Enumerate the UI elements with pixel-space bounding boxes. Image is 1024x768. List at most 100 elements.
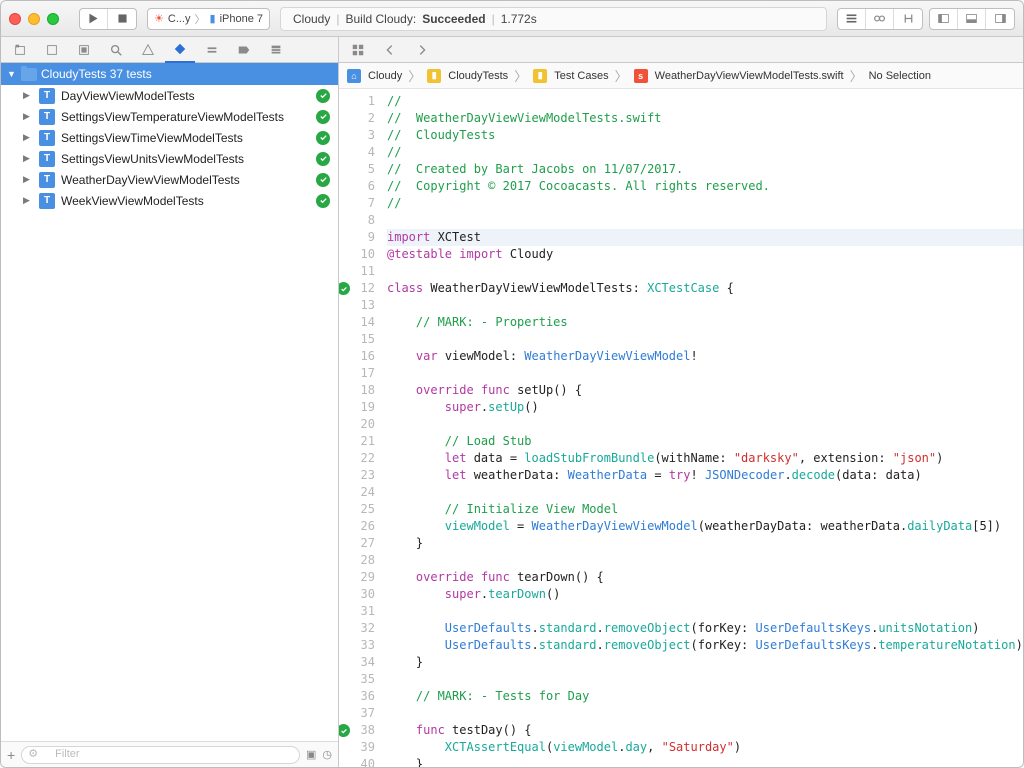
code-line[interactable]: @testable import Cloudy [387,246,1023,263]
code-line[interactable] [387,552,1023,569]
code-line[interactable]: // MARK: - Properties [387,314,1023,331]
code-line[interactable] [387,484,1023,501]
disclosure-triangle-icon[interactable]: ▶ [23,153,33,164]
code-line[interactable]: // CloudyTests [387,127,1023,144]
jump-bar[interactable]: ⌂ Cloudy 〉 ▮ CloudyTests 〉 ▮ Test Cases … [339,63,1023,89]
code-line[interactable]: override func setUp() { [387,382,1023,399]
code-line[interactable]: // [387,195,1023,212]
test-tree[interactable]: ▼ CloudyTests 37 tests ▶TDayViewViewMode… [1,63,338,741]
debug-navigator-tab[interactable] [197,37,227,63]
code-line[interactable]: super.setUp() [387,399,1023,416]
code-line[interactable]: func testDay() { [387,722,1023,739]
disclosure-triangle-icon[interactable]: ▶ [23,111,33,122]
minimize-window[interactable] [28,13,40,25]
code-line[interactable]: let data = loadStubFromBundle(withName: … [387,450,1023,467]
code-line[interactable] [387,365,1023,382]
code-line[interactable]: import XCTest [387,229,1023,246]
test-class-row[interactable]: ▶TWeatherDayViewViewModelTests [1,169,338,190]
issue-navigator-tab[interactable] [133,37,163,63]
test-class-row[interactable]: ▶TSettingsViewTemperatureViewModelTests [1,106,338,127]
code-line[interactable]: override func tearDown() { [387,569,1023,586]
code-line[interactable]: // Copyright © 2017 Cocoacasts. All righ… [387,178,1023,195]
source-editor[interactable]: 1234567891011121314151617181920212223242… [339,89,1023,767]
code-line[interactable] [387,705,1023,722]
gutter-line: 28 [339,552,375,569]
test-class-row[interactable]: ▶TSettingsViewUnitsViewModelTests [1,148,338,169]
test-pass-icon[interactable] [339,724,350,737]
code-line[interactable] [387,297,1023,314]
navigator-filterbar: + ⚙ Filter ▣ ◷ [1,741,338,767]
toggle-inspector-button[interactable] [986,9,1014,29]
code-line[interactable] [387,603,1023,620]
zoom-window[interactable] [47,13,59,25]
assistant-editor-button[interactable] [866,9,894,29]
bc-1[interactable]: CloudyTests [448,70,508,82]
test-bundle-header[interactable]: ▼ CloudyTests 37 tests [1,63,338,85]
symbol-navigator-tab[interactable] [69,37,99,63]
code-line[interactable] [387,416,1023,433]
disclosure-triangle-icon[interactable]: ▶ [23,174,33,185]
code-line[interactable]: viewModel = WeatherDayViewViewModel(weat… [387,518,1023,535]
code-line[interactable]: UserDefaults.standard.removeObject(forKe… [387,637,1023,654]
test-class-row[interactable]: ▶TWeekViewViewModelTests [1,190,338,211]
code-line[interactable]: } [387,535,1023,552]
breakpoint-navigator-tab[interactable] [229,37,259,63]
code-line[interactable]: class WeatherDayViewViewModelTests: XCTe… [387,280,1023,297]
find-navigator-tab[interactable] [101,37,131,63]
standard-editor-button[interactable] [838,9,866,29]
gutter-line: 24 [339,484,375,501]
scheme-selector[interactable]: ☀︎ C...y 〉 ▮ iPhone 7 [147,8,270,30]
test-pass-icon[interactable] [339,282,350,295]
gutter-line: 11 [339,263,375,280]
code-line[interactable] [387,331,1023,348]
test-class-row[interactable]: ▶TSettingsViewTimeViewModelTests [1,127,338,148]
code-line[interactable]: super.tearDown() [387,586,1023,603]
run-button[interactable] [80,9,108,29]
test-navigator-tab[interactable] [165,37,195,63]
forward-button[interactable] [407,37,437,63]
code-line[interactable]: // [387,93,1023,110]
code-line[interactable]: var viewModel: WeatherDayViewViewModel! [387,348,1023,365]
window-controls [9,13,59,25]
version-editor-button[interactable] [894,9,922,29]
code-line[interactable] [387,212,1023,229]
back-button[interactable] [375,37,405,63]
test-class-row[interactable]: ▶TDayViewViewModelTests [1,85,338,106]
toggle-debug-button[interactable] [958,9,986,29]
code-content[interactable]: //// WeatherDayViewViewModelTests.swift/… [383,89,1023,767]
report-navigator-tab[interactable] [261,37,291,63]
code-line[interactable]: UserDefaults.standard.removeObject(forKe… [387,620,1023,637]
code-line[interactable]: // Load Stub [387,433,1023,450]
related-items-button[interactable] [343,37,373,63]
stop-button[interactable] [108,9,136,29]
close-window[interactable] [9,13,21,25]
code-line[interactable]: } [387,756,1023,767]
bc-3[interactable]: WeatherDayViewViewModelTests.swift [655,70,844,82]
gutter-line: 5 [339,161,375,178]
source-control-navigator-tab[interactable] [37,37,67,63]
code-line[interactable] [387,263,1023,280]
code-line[interactable]: let weatherData: WeatherData = try! JSON… [387,467,1023,484]
code-line[interactable]: // WeatherDayViewViewModelTests.swift [387,110,1023,127]
swift-file-icon: s [634,69,648,83]
code-line[interactable]: // Initialize View Model [387,501,1023,518]
code-line[interactable] [387,671,1023,688]
activity-status[interactable]: Cloudy | Build Cloudy: Succeeded | 1.772… [280,7,827,31]
disclosure-triangle-icon[interactable]: ▶ [23,132,33,143]
bc-4[interactable]: No Selection [869,70,931,82]
disclosure-triangle-icon[interactable]: ▶ [23,90,33,101]
bc-2[interactable]: Test Cases [554,70,608,82]
filter-input[interactable]: ⚙ Filter [21,746,300,764]
code-line[interactable]: // [387,144,1023,161]
disclosure-triangle-icon[interactable]: ▶ [23,195,33,206]
code-line[interactable]: XCTAssertEqual(viewModel.day, "Saturday"… [387,739,1023,756]
bc-0[interactable]: Cloudy [368,70,402,82]
toggle-navigator-button[interactable] [930,9,958,29]
project-navigator-tab[interactable] [5,37,35,63]
code-line[interactable]: // MARK: - Tests for Day [387,688,1023,705]
clock-icon[interactable]: ◷ [322,748,332,761]
code-line[interactable]: } [387,654,1023,671]
code-line[interactable]: // Created by Bart Jacobs on 11/07/2017. [387,161,1023,178]
scope-icon[interactable]: ▣ [306,748,316,761]
add-button[interactable]: + [7,747,15,763]
